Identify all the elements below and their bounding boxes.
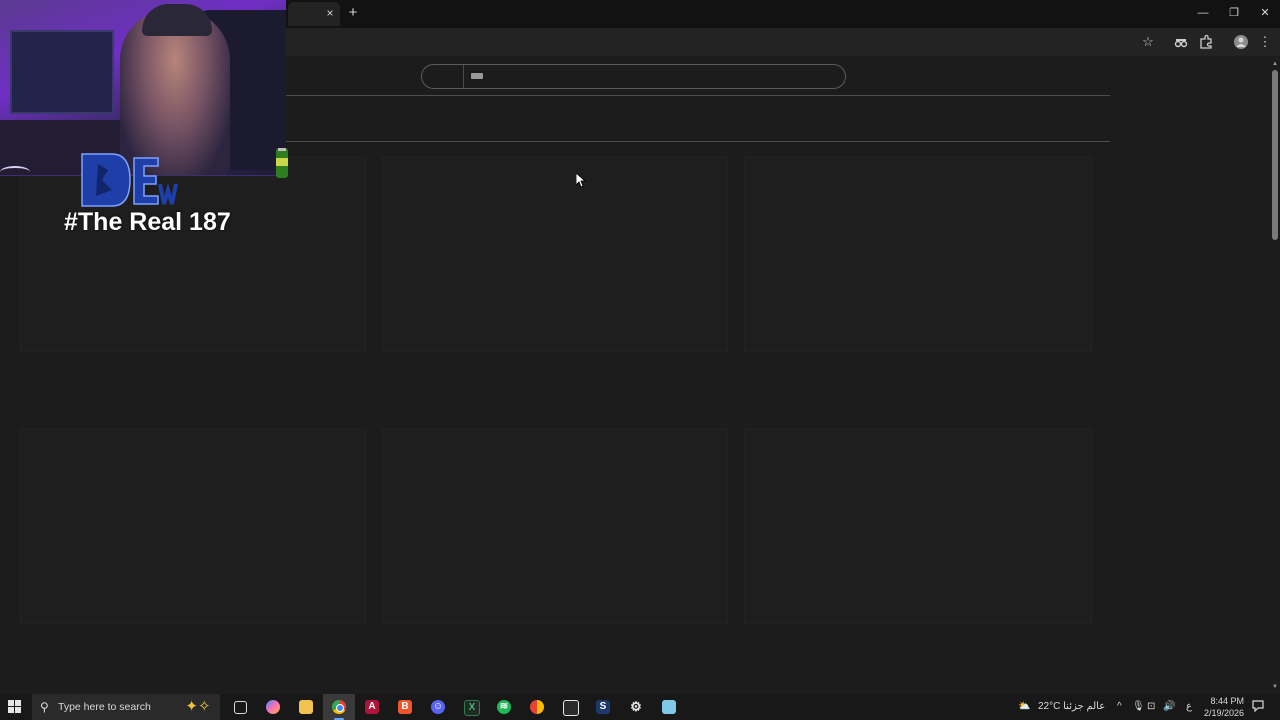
taskbar-clock[interactable]: 8:44 PM 2/19/2026 <box>1198 695 1244 719</box>
incognito-icon[interactable] <box>1173 34 1189 50</box>
tab-close-icon[interactable]: × <box>324 6 336 20</box>
input-language[interactable]: ع <box>1186 700 1192 714</box>
taskbar-search-box[interactable]: ⚲ Type here to search ✦✧ <box>32 694 220 720</box>
content-card[interactable] <box>382 156 728 352</box>
mouse-cursor-icon <box>576 173 586 187</box>
header-divider <box>286 95 1110 96</box>
search-bar[interactable] <box>421 64 846 89</box>
discord-icon[interactable]: ☺ <box>422 694 454 720</box>
content-card[interactable] <box>744 428 1092 624</box>
clock-time: 8:44 PM <box>1210 696 1244 706</box>
taskbar-search-placeholder: Type here to search <box>58 701 151 713</box>
excel-icon[interactable]: X <box>455 694 487 720</box>
restore-button[interactable]: ❐ <box>1224 5 1244 21</box>
search-input-indicator <box>471 73 483 79</box>
notifications-icon[interactable] <box>1252 700 1264 714</box>
chrome-alt-icon[interactable] <box>521 694 553 720</box>
scroll-up-icon[interactable]: ▲ <box>1271 60 1279 68</box>
brave-icon[interactable]: B <box>389 694 421 720</box>
tray-chevron-icon[interactable]: ^ <box>1117 700 1122 714</box>
stream-caption: #The Real 187 <box>64 208 231 236</box>
microphone-icon[interactable]: 🎙 <box>1132 700 1145 714</box>
dew-logo-icon <box>81 153 178 207</box>
content-card[interactable] <box>744 156 1092 352</box>
webcam-background-monitor <box>10 30 114 114</box>
scrollbar-thumb[interactable] <box>1272 70 1278 240</box>
steam-icon[interactable]: S <box>587 694 619 720</box>
spotify-icon[interactable]: ≋ <box>488 694 520 720</box>
weather-icon[interactable]: ⛅ <box>1018 700 1030 714</box>
subheader-divider <box>286 141 1110 142</box>
capcut-icon[interactable] <box>554 694 586 720</box>
webcam-streamer-hat <box>142 4 212 36</box>
weather-text[interactable]: 22°C عالم جزئنا <box>1038 700 1105 714</box>
chrome-icon[interactable] <box>323 694 355 720</box>
content-card[interactable] <box>382 428 728 624</box>
acrobat-icon[interactable]: A <box>356 694 388 720</box>
content-card[interactable] <box>20 428 366 624</box>
new-tab-button[interactable]: + <box>346 5 360 21</box>
search-highlight-icon[interactable]: ✦✧ <box>178 696 218 718</box>
settings-icon[interactable]: ⚙ <box>620 694 652 720</box>
file-explorer-icon[interactable] <box>290 694 322 720</box>
search-icon: ⚲ <box>40 700 49 714</box>
extensions-icon[interactable] <box>1198 34 1214 50</box>
star-icon[interactable]: ☆ <box>1140 34 1156 50</box>
task-view-icon[interactable] <box>224 694 256 720</box>
soda-can-icon <box>276 148 288 178</box>
taskbar: ⚲ Type here to search ✦✧ A B ☺ X ≋ S ⚙ ⛅… <box>0 694 1280 720</box>
notepad-icon[interactable] <box>653 694 685 720</box>
copilot-icon[interactable] <box>257 694 289 720</box>
search-divider <box>463 65 464 88</box>
clock-date: 2/19/2026 <box>1203 708 1244 718</box>
more-icon[interactable]: ⋮ <box>1257 34 1273 50</box>
volume-icon[interactable]: 🔊 <box>1163 700 1175 714</box>
scroll-down-icon[interactable]: ▼ <box>1271 683 1279 691</box>
network-icon[interactable]: ⊡ <box>1147 700 1155 714</box>
windows-start-icon[interactable] <box>8 700 22 714</box>
close-window-button[interactable]: ✕ <box>1255 5 1275 21</box>
minimize-button[interactable]: — <box>1193 5 1213 21</box>
profile-icon[interactable] <box>1233 34 1249 50</box>
content-card[interactable] <box>20 156 366 352</box>
